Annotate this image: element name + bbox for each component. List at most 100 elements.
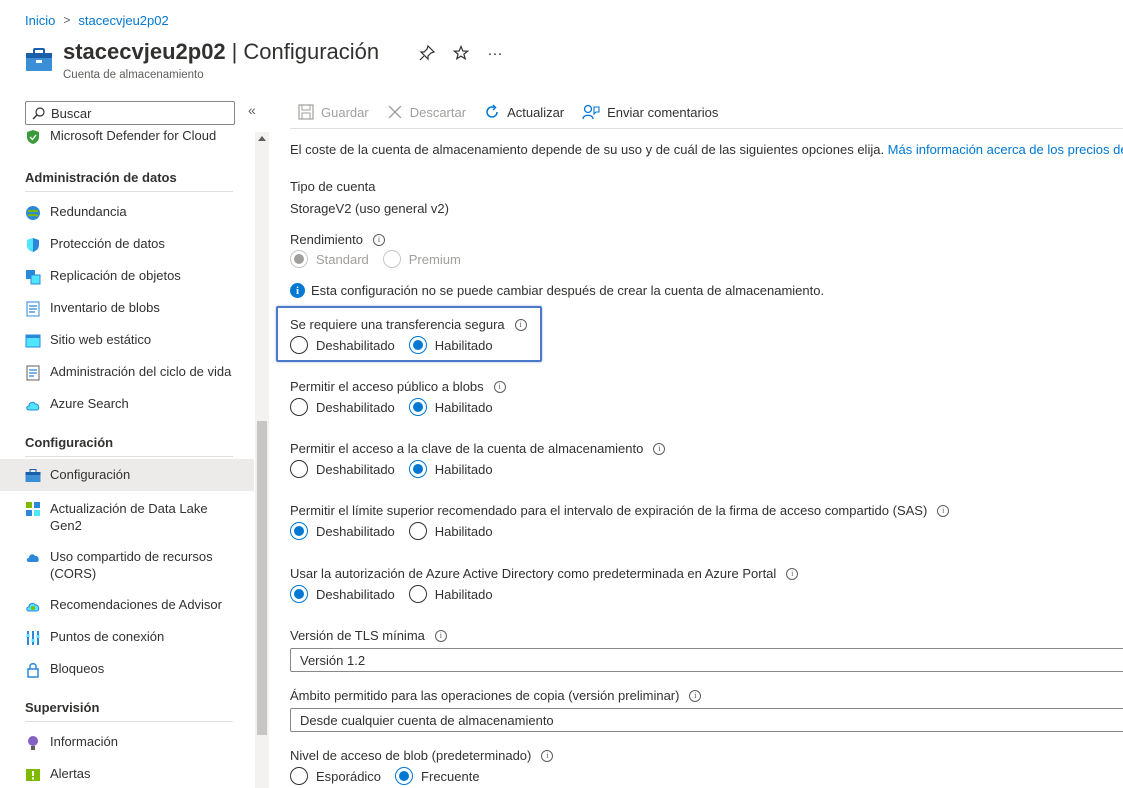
info-icon[interactable]: i: [653, 442, 666, 455]
pin-icon[interactable]: [418, 44, 436, 62]
sidebar-item-endpoints[interactable]: Puntos de conexión: [0, 629, 254, 646]
key-access-enabled-radio[interactable]: Habilitado: [408, 460, 493, 478]
command-bar: Guardar Descartar Actualizar Enviar come…: [298, 102, 718, 122]
radio-label: Esporádico: [316, 768, 382, 784]
radio-circle: [408, 585, 427, 603]
save-button[interactable]: Guardar: [298, 104, 369, 120]
performance-label-row: Rendimiento i: [290, 232, 385, 247]
radio-circle: [408, 460, 427, 478]
feedback-button[interactable]: Enviar comentarios: [582, 104, 718, 120]
menu-search[interactable]: [25, 101, 235, 125]
breadcrumb-home-link[interactable]: Inicio: [25, 13, 55, 28]
toolbar-divider: [290, 128, 1123, 129]
radio-label: Deshabilitado: [316, 586, 395, 602]
sidebar-item-label: Administración del ciclo de vida: [50, 364, 232, 379]
lock-icon: [25, 662, 41, 678]
pricing-info-link[interactable]: Más información acerca de los precios de…: [888, 142, 1123, 157]
sidebar-item-blob-inventory[interactable]: Inventario de blobs: [0, 300, 254, 317]
performance-note: i Esta configuración no se puede cambiar…: [290, 283, 824, 298]
sidebar-item-insights[interactable]: Información: [0, 734, 254, 751]
feedback-icon: [582, 104, 600, 120]
resource-name: stacecvjeu2p02: [63, 39, 226, 64]
sidebar-item-label: Recomendaciones de Advisor: [50, 597, 222, 612]
info-icon[interactable]: i: [689, 689, 702, 702]
setting-sas-expiration-label-row: Permitir el límite superior recomendado …: [290, 503, 950, 518]
performance-standard-radio[interactable]: Standard: [290, 250, 369, 268]
blob-tier-hot-radio[interactable]: Frecuente: [395, 767, 480, 785]
tls-selected-value: Versión 1.2: [300, 652, 366, 668]
info-icon[interactable]: i: [493, 380, 506, 393]
refresh-label: Actualizar: [507, 104, 565, 120]
discard-button[interactable]: Descartar: [387, 104, 466, 120]
search-input[interactable]: [51, 105, 221, 121]
sidebar-item-defender[interactable]: Microsoft Defender for Cloud: [0, 128, 254, 145]
sidebar-item-label: Configuración: [50, 467, 131, 482]
sidebar-item-object-replication[interactable]: Replicación de objetos: [0, 268, 254, 285]
copy-scope-dropdown[interactable]: Desde cualquier cuenta de almacenamiento: [290, 708, 1123, 732]
info-icon[interactable]: i: [786, 567, 799, 580]
sas-expiration-enabled-radio[interactable]: Habilitado: [408, 522, 493, 540]
key-access-radio-group: Deshabilitado Habilitado: [290, 460, 507, 478]
sidebar-item-label: Protección de datos: [50, 236, 165, 251]
defender-shield-icon: [25, 129, 41, 145]
sidebar-item-datalake-upgrade[interactable]: Actualización de Data Lake Gen2: [0, 500, 254, 534]
sidebar-item-advisor[interactable]: Recomendaciones de Advisor: [0, 597, 254, 614]
sidebar-item-label: Bloqueos: [50, 661, 105, 676]
insights-icon: [25, 735, 41, 751]
sidebar-item-static-website[interactable]: Sitio web estático: [0, 332, 254, 349]
pricing-description: El coste de la cuenta de almacenamiento …: [290, 142, 1123, 157]
copy-scope-label: Ámbito permitido para las operaciones de…: [290, 688, 680, 703]
breadcrumb-resource-link[interactable]: stacecvjeu2p02: [78, 13, 168, 28]
radio-circle: [395, 767, 414, 785]
discard-label: Descartar: [409, 104, 467, 120]
sas-expiration-disabled-radio[interactable]: Deshabilitado: [290, 522, 395, 540]
radio-label: Premium: [408, 251, 461, 267]
tls-version-dropdown[interactable]: Versión 1.2: [290, 648, 1123, 672]
globe-icon: [25, 205, 41, 221]
aad-auth-enabled-radio[interactable]: Habilitado: [408, 585, 493, 603]
inventory-icon: [25, 301, 41, 317]
refresh-button[interactable]: Actualizar: [484, 104, 564, 120]
favorite-star-icon[interactable]: [452, 44, 470, 62]
advisor-icon: [25, 598, 41, 614]
blob-tier-label-row: Nivel de acceso de blob (predeterminado)…: [290, 748, 554, 763]
section-data-management: Administración de datos: [25, 170, 233, 192]
collapse-menu-icon[interactable]: «: [248, 102, 256, 118]
info-icon[interactable]: i: [937, 504, 950, 517]
sidebar-item-data-protection[interactable]: Protección de datos: [0, 236, 254, 253]
breadcrumb-separator: >: [63, 13, 71, 27]
configuration-form: El coste de la cuenta de almacenamiento …: [290, 140, 1123, 788]
sidebar-item-locks[interactable]: Bloqueos: [0, 661, 254, 678]
tls-label-row: Versión de TLS mínima i: [290, 628, 447, 643]
info-icon[interactable]: i: [373, 233, 385, 246]
sidebar-item-label: Uso compartido de recursos (CORS): [50, 549, 213, 581]
page-title: stacecvjeu2p02 | Configuración: [63, 39, 379, 65]
sidebar-item-configuration[interactable]: Configuración: [0, 459, 254, 491]
scroll-up-arrow-icon[interactable]: [258, 136, 266, 141]
lifecycle-icon: [25, 365, 41, 381]
public-blob-enabled-radio[interactable]: Habilitado: [408, 398, 493, 416]
sidebar-item-label: Alertas: [50, 766, 91, 781]
copy-scope-label-row: Ámbito permitido para las operaciones de…: [290, 688, 702, 703]
sidebar-item-lifecycle[interactable]: Administración del ciclo de vida: [0, 364, 254, 381]
radio-circle: [408, 522, 427, 540]
sidebar-item-redundancy[interactable]: Redundancia: [0, 204, 254, 221]
cors-icon: [25, 549, 41, 565]
menu-scrollbar-thumb[interactable]: [257, 421, 267, 735]
sidebar-item-label: Sitio web estático: [50, 332, 152, 347]
aad-auth-disabled-radio[interactable]: Deshabilitado: [290, 585, 395, 603]
account-type-value: StorageV2 (uso general v2): [290, 201, 449, 216]
info-icon[interactable]: i: [434, 629, 447, 642]
performance-premium-radio[interactable]: Premium: [382, 250, 461, 268]
sidebar-item-alerts[interactable]: Alertas: [0, 766, 254, 783]
info-icon[interactable]: i: [541, 749, 554, 762]
blob-tier-cool-radio[interactable]: Esporádico: [290, 767, 381, 785]
performance-label: Rendimiento: [290, 232, 363, 247]
public-blob-disabled-radio[interactable]: Deshabilitado: [290, 398, 395, 416]
more-options-icon[interactable]: ···: [486, 44, 504, 62]
key-access-disabled-radio[interactable]: Deshabilitado: [290, 460, 395, 478]
radio-label: Standard: [316, 251, 369, 267]
setting-label: Permitir el acceso público a blobs: [290, 379, 484, 394]
sidebar-item-cors[interactable]: Uso compartido de recursos (CORS): [0, 548, 254, 582]
sidebar-item-azure-search[interactable]: Azure Search: [0, 396, 254, 413]
